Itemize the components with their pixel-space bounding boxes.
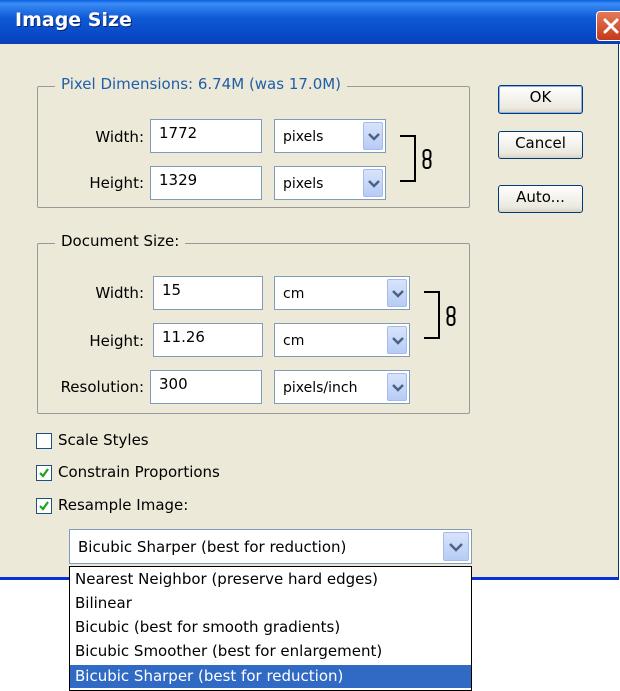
pixel-width-label: Width: (95, 128, 144, 146)
doc-height-unit-select[interactable]: cm (274, 323, 410, 357)
link-bracket (424, 291, 440, 339)
chevron-down-icon[interactable] (363, 122, 383, 150)
auto-button[interactable]: Auto... (498, 185, 583, 213)
doc-width-label: Width: (95, 284, 144, 302)
dropdown-option[interactable]: Bicubic Smoother (best for enlargement) (70, 640, 471, 663)
doc-width-unit-select[interactable]: cm (274, 276, 410, 310)
chevron-down-icon[interactable] (387, 373, 407, 401)
pixel-height-unit-select[interactable]: pixels (274, 166, 386, 200)
checkmark-icon (39, 468, 49, 478)
pixel-height-label: Height: (89, 174, 144, 192)
scale-styles-checkbox[interactable] (36, 433, 52, 449)
resample-method-select[interactable]: Bicubic Sharper (best for reduction) (69, 529, 472, 564)
pixel-height-unit-value: pixels (283, 176, 324, 192)
resample-image-label[interactable]: Resample Image: (58, 496, 188, 514)
image-size-dialog: Image Size Pixel Dimensions: 6.74M (was … (0, 0, 620, 580)
dialog-title: Image Size (15, 9, 132, 31)
resample-method-value: Bicubic Sharper (best for reduction) (78, 538, 347, 556)
chevron-down-icon[interactable] (387, 279, 407, 307)
pixel-height-input[interactable]: 1329 (150, 166, 262, 200)
pixel-dimensions-legend: Pixel Dimensions: 6.74M (was 17.0M) (55, 75, 348, 93)
resolution-label: Resolution: (60, 378, 144, 396)
ok-button[interactable]: OK (498, 85, 583, 114)
doc-width-input[interactable]: 15 (153, 276, 263, 310)
document-size-legend: Document Size: (55, 232, 186, 250)
dropdown-option[interactable]: Bicubic (best for smooth gradients) (70, 616, 471, 639)
doc-height-unit-value: cm (283, 333, 305, 349)
cancel-button[interactable]: Cancel (498, 131, 583, 159)
constrain-proportions-label[interactable]: Constrain Proportions (58, 463, 220, 481)
constrain-proportions-checkbox[interactable] (36, 465, 52, 481)
dropdown-option[interactable]: Bilinear (70, 592, 471, 615)
doc-height-input[interactable]: 11.26 (153, 323, 263, 357)
resample-method-dropdown-list: Nearest Neighbor (preserve hard edges) B… (69, 566, 472, 691)
chain-link-icon (446, 306, 456, 331)
doc-height-label: Height: (89, 332, 144, 350)
chevron-down-icon[interactable] (387, 326, 407, 354)
dropdown-option[interactable]: Nearest Neighbor (preserve hard edges) (70, 568, 471, 591)
chain-link-icon (422, 149, 432, 174)
doc-width-unit-value: cm (283, 286, 305, 302)
resolution-input[interactable]: 300 (150, 370, 262, 404)
pixel-width-unit-value: pixels (283, 129, 324, 145)
resolution-unit-select[interactable]: pixels/inch (274, 370, 410, 404)
close-button[interactable] (596, 11, 620, 41)
chevron-down-icon[interactable] (443, 532, 469, 561)
close-icon (603, 18, 619, 34)
title-bar[interactable]: Image Size (0, 0, 620, 44)
scale-styles-label[interactable]: Scale Styles (58, 431, 149, 449)
chevron-down-icon[interactable] (363, 169, 383, 197)
checkmark-icon (39, 501, 49, 511)
pixel-width-unit-select[interactable]: pixels (274, 119, 386, 153)
dropdown-option-selected[interactable]: Bicubic Sharper (best for reduction) (70, 665, 471, 688)
link-bracket (400, 135, 416, 182)
auto-button-label: Auto... (516, 188, 565, 206)
pixel-width-input[interactable]: 1772 (150, 119, 262, 153)
resolution-unit-value: pixels/inch (283, 380, 358, 396)
cancel-button-label: Cancel (515, 134, 566, 152)
ok-button-label: OK (529, 88, 552, 106)
resample-image-checkbox[interactable] (36, 498, 52, 514)
